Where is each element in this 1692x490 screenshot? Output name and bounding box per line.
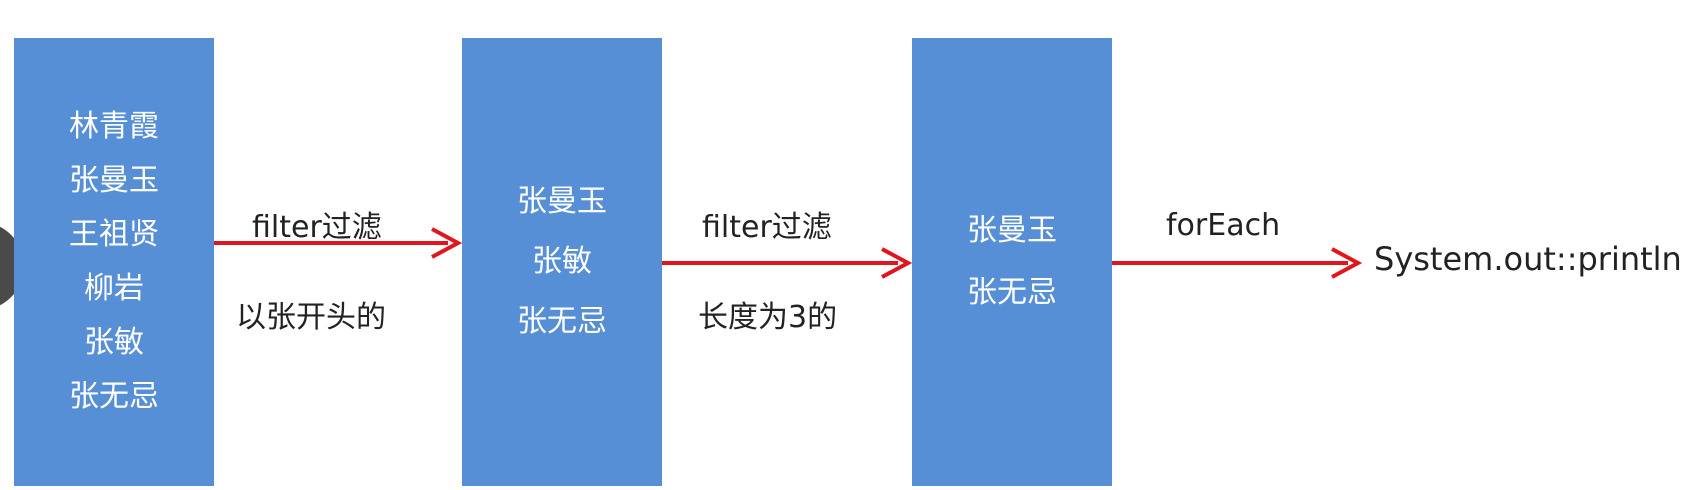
arrow-foreach	[1112, 247, 1363, 279]
target-label: System.out::println	[1374, 240, 1682, 278]
arrow-label-filter: filter过滤	[702, 210, 832, 245]
arrow-label-filter: filter过滤	[252, 210, 382, 245]
arrow-label-condition: 长度为3的	[698, 300, 838, 335]
arrow-label-condition: 以张开头的	[236, 300, 386, 335]
arrow-label-foreach: forEach	[1166, 208, 1281, 243]
arrow-filter-length	[662, 247, 913, 279]
